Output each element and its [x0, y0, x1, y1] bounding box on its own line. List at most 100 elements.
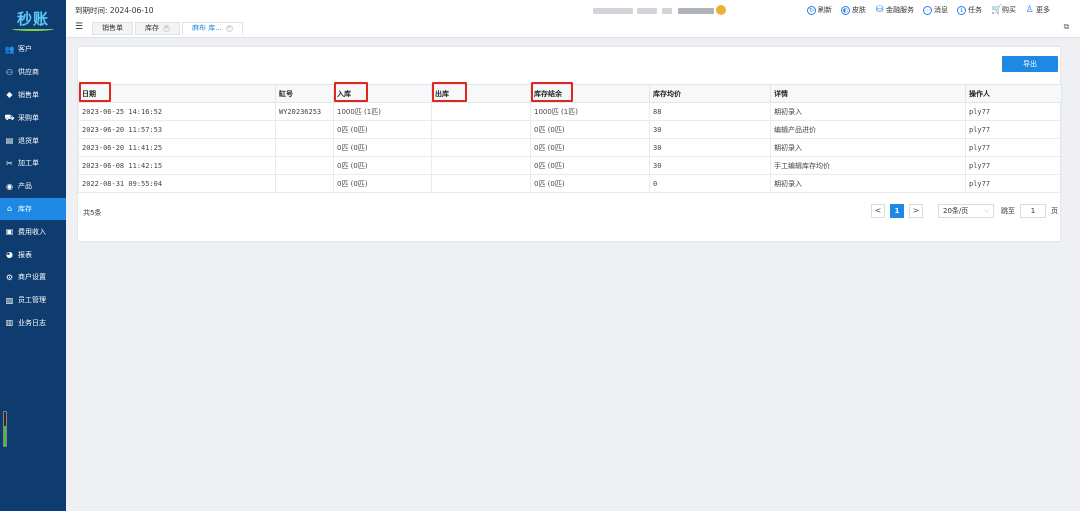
tab[interactable]: 销售单	[92, 22, 133, 35]
column-header-label: 日期	[82, 89, 96, 98]
table-body: 2023-06-25 14:16:52 WY20236253 1000匹 (1匹) 1…	[78, 102, 1062, 193]
table-cell	[275, 156, 334, 175]
blurred-info	[593, 8, 633, 14]
table-cell: ply77	[965, 120, 1062, 139]
sidebar-item[interactable]: ◆ 销售单	[0, 84, 66, 107]
sidebar-item-label: 库存	[18, 204, 32, 213]
toolbar-item[interactable]: ♙ 更多	[1025, 5, 1050, 15]
table-cell: 0匹 (0匹)	[333, 174, 432, 193]
sidebar-item[interactable]: ▤ 退货单	[0, 129, 66, 152]
table-cell: 30	[649, 156, 771, 175]
logo-text: 秒账	[16, 9, 49, 28]
sidebar: 秒账 👥 客户 ⚇ 供应商 ◆ 销售单 ⛟ 采购单 ▤ 退货单 ✂ 加工单 ◉ 产品 ⌂ 库存 ▣ 费用收入 ◕ 报表…	[0, 0, 66, 511]
table-cell: 88	[649, 102, 771, 121]
sidebar-item-label: 员工管理	[18, 296, 46, 305]
table-row[interactable]: 2022-08-31 09:55:04 0匹 (0匹) 0匹 (0匹) 0 期初录入 pl…	[78, 174, 1062, 193]
tag-icon: ◆	[6, 90, 13, 100]
export-button[interactable]: 导出	[1002, 56, 1058, 72]
next-page-button[interactable]: >	[909, 204, 923, 218]
toolbar-item[interactable]: ⛁ 金融服务	[875, 5, 914, 15]
toolbar-item[interactable]: ↓ 任务	[957, 5, 982, 15]
column-header[interactable]: 详情	[770, 84, 966, 103]
toolbar-item-label: 皮肤	[852, 6, 866, 14]
total-count: 共5条	[83, 209, 102, 217]
scissors-icon: ✂	[6, 158, 13, 168]
sidebar-item[interactable]: ⛟ 采购单	[0, 106, 66, 129]
table-row[interactable]: 2023-06-25 14:16:52 WY20236253 1000匹 (1匹) 1…	[78, 102, 1062, 121]
toolbar-item[interactable]: 🛒 购买	[991, 5, 1016, 15]
toolbar-item-label: 消息	[934, 6, 948, 14]
sidebar-item[interactable]: ⌂ 库存	[0, 197, 66, 221]
column-header[interactable]: 日期	[78, 82, 276, 103]
close-icon[interactable]: ×	[225, 25, 233, 32]
table-cell: 2023-06-20 11:41:25	[78, 138, 276, 157]
sidebar-nav: 👥 客户 ⚇ 供应商 ◆ 销售单 ⛟ 采购单 ▤ 退货单 ✂ 加工单 ◉ 产品 ⌂ 库存 ▣ 费用收入 ◕ 报表 ⚙ 商户…	[0, 38, 66, 334]
table-cell: 30	[649, 138, 771, 157]
sidebar-item-label: 销售单	[18, 90, 39, 99]
table-cell: 30	[649, 120, 771, 139]
menu-collapse-icon[interactable]: ☰	[75, 23, 85, 32]
sidebar-item[interactable]: ◕ 报表	[0, 243, 66, 266]
sidebar-item[interactable]: ▨ 员工管理	[0, 289, 66, 312]
panel-toggle-icon[interactable]: ⧉	[1061, 22, 1072, 32]
top-bar: 到期时间: 2024-06-10 ☰ 销售单 库存 × 麻布 库... × ↻ 刷新 ◐ 皮肤…	[66, 0, 1080, 38]
toolbar-item-label: 购买	[1002, 6, 1016, 14]
column-header[interactable]: 库存均价	[649, 84, 771, 103]
customers-icon: 👥	[4, 44, 15, 54]
toolbar-item-label: 刷新	[818, 6, 832, 14]
toolbar-item-label: 金融服务	[886, 6, 914, 14]
column-header[interactable]: 库存结余	[530, 82, 650, 103]
toolbar-item[interactable]: ↻ 刷新	[807, 5, 832, 15]
staff-icon: ▨	[5, 295, 14, 305]
log-icon: ▥	[5, 318, 14, 328]
sidebar-item[interactable]: ✂ 加工单	[0, 152, 66, 175]
table-row[interactable]: 2023-06-20 11:41:25 0匹 (0匹) 0匹 (0匹) 30 期初录入 p…	[78, 138, 1062, 157]
sidebar-item-label: 加工单	[18, 159, 39, 168]
table-cell: 0匹 (0匹)	[333, 156, 432, 175]
warehouse-icon: ⌂	[6, 204, 13, 214]
tab-label: 库存	[145, 24, 159, 32]
sidebar-item[interactable]: ◉ 产品	[0, 175, 66, 198]
table-row[interactable]: 2023-06-20 11:57:53 0匹 (0匹) 0匹 (0匹) 30 编辑产品进…	[78, 120, 1062, 139]
close-icon[interactable]: ×	[163, 25, 170, 32]
status-indicator-fill	[4, 425, 6, 446]
toolbar-item[interactable]: ⋯ 消息	[923, 5, 948, 15]
inventory-detail-panel: 导出 日期 缸号 入库 出库 库存结余 库存均价 详情 操作人 2023-06-25 14:1…	[77, 46, 1062, 242]
refresh-icon: ↻	[807, 5, 816, 15]
sidebar-item[interactable]: ▥ 业务日志	[0, 312, 66, 335]
sidebar-item-label: 退货单	[18, 136, 39, 145]
sidebar-item-label: 费用收入	[18, 227, 46, 236]
gear-icon: ⚙	[5, 272, 14, 282]
pie-chart-icon: ◕	[6, 250, 13, 260]
app-logo[interactable]: 秒账	[0, 0, 66, 38]
column-header-label: 操作人	[969, 89, 990, 98]
jump-page-input[interactable]: 1	[1020, 204, 1046, 218]
column-header[interactable]: 缸号	[275, 84, 334, 103]
page-number-button[interactable]: 1	[890, 204, 904, 218]
sidebar-item-label: 客户	[18, 45, 32, 54]
table-row[interactable]: 2023-06-08 11:42:15 0匹 (0匹) 0匹 (0匹) 30 手工编辑库…	[78, 156, 1062, 175]
gold-icon	[716, 5, 726, 15]
toolbar-item[interactable]: ◐ 皮肤	[841, 5, 866, 15]
return-icon: ▤	[5, 136, 14, 146]
sidebar-item[interactable]: ⚇ 供应商	[0, 61, 66, 84]
column-header[interactable]: 入库	[333, 82, 432, 103]
sidebar-item[interactable]: 👥 客户	[0, 38, 66, 61]
message-icon: ⋯	[923, 5, 932, 15]
tab[interactable]: 库存 ×	[135, 22, 180, 35]
page-size-value: 20条/页	[943, 207, 969, 215]
table-cell	[275, 174, 334, 193]
sidebar-item[interactable]: ⚙ 商户设置	[0, 266, 66, 289]
table-cell: 0匹 (0匹)	[530, 156, 650, 175]
tab[interactable]: 麻布 库... ×	[182, 22, 243, 35]
table-cell	[431, 138, 531, 157]
column-header[interactable]: 操作人	[965, 84, 1062, 103]
page-size-select[interactable]: 20条/页 ⌵	[938, 204, 994, 218]
table-cell	[275, 138, 334, 157]
sidebar-item[interactable]: ▣ 费用收入	[0, 220, 66, 243]
column-header[interactable]: 出库	[431, 82, 531, 103]
jump-label: 跳至	[1001, 207, 1015, 215]
sidebar-item-label: 业务日志	[18, 318, 46, 327]
prev-page-button[interactable]: <	[871, 204, 885, 218]
table-header-row: 日期 缸号 入库 出库 库存结余 库存均价 详情 操作人	[78, 82, 1062, 103]
